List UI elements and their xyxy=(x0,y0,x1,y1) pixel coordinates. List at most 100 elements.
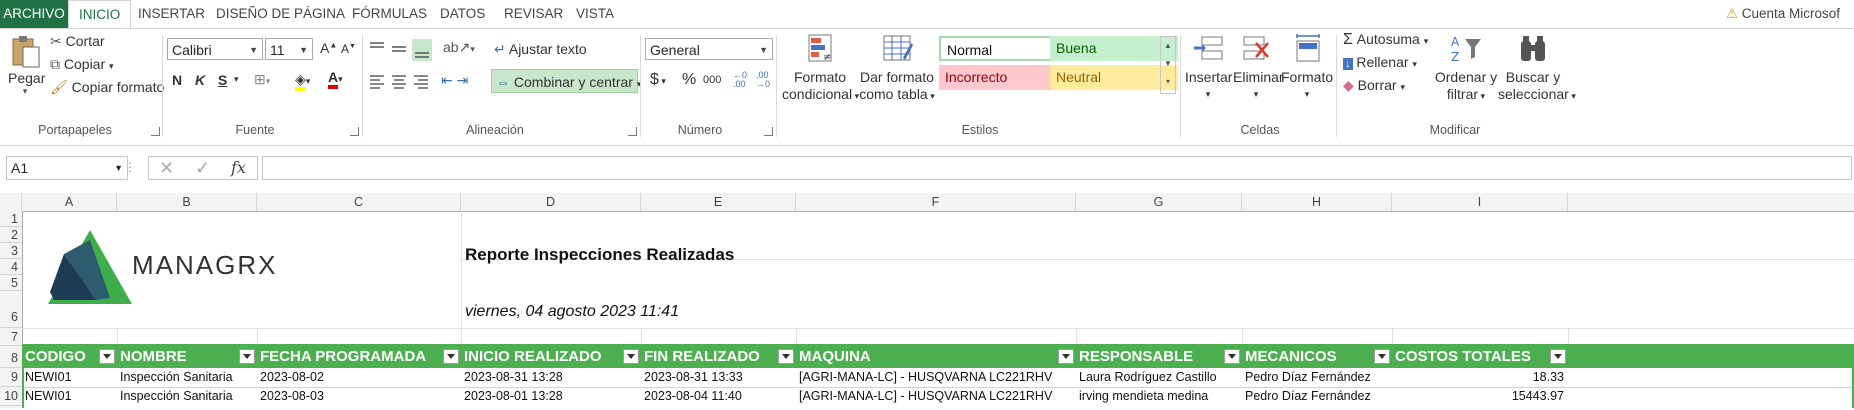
table-header-cell[interactable]: FECHA PROGRAMADA xyxy=(257,346,461,368)
table-cell[interactable]: Laura Rodríguez Castillo xyxy=(1076,368,1242,387)
filter-dropdown-icon[interactable] xyxy=(443,349,459,364)
table-cell[interactable]: 2023-08-31 13:28 xyxy=(461,368,641,387)
styles-gallery-scroll[interactable]: ▲ ▼ ▾ xyxy=(1160,36,1176,94)
cancel-icon[interactable]: ✕ xyxy=(159,158,174,179)
table-cell[interactable]: 15443.97 xyxy=(1392,387,1568,406)
italic-button[interactable]: K xyxy=(195,72,205,88)
conditional-format-button[interactable]: ≠ Formato condicional ▾ xyxy=(782,33,859,105)
row-header[interactable]: 10 xyxy=(0,387,22,406)
table-cell[interactable]: 2023-08-02 xyxy=(257,368,461,387)
table-header-cell[interactable]: INICIO REALIZADO xyxy=(461,346,641,368)
row-header[interactable]: 6 xyxy=(0,291,22,328)
decrease-decimal-button[interactable]: .00 →0 xyxy=(756,71,770,89)
table-header-cell[interactable]: MECANICOS xyxy=(1242,346,1392,368)
table-cell[interactable]: Inspección Sanitaria xyxy=(117,368,257,387)
row-header[interactable]: 9 xyxy=(0,368,22,387)
row-header[interactable]: 8 xyxy=(0,346,22,368)
shrink-font-button[interactable]: A▼ xyxy=(341,42,356,56)
column-header[interactable]: H xyxy=(1242,193,1392,211)
check-icon[interactable]: ✓ xyxy=(195,158,210,179)
borders-button[interactable]: ⊞▾ xyxy=(254,71,270,88)
tab-inicio[interactable]: INICIO xyxy=(68,0,132,30)
alignment-launcher[interactable] xyxy=(628,127,637,136)
font-launcher[interactable] xyxy=(350,127,359,136)
percent-button[interactable]: % xyxy=(682,71,696,89)
row-header[interactable]: 1 xyxy=(0,211,22,227)
tab-insertar[interactable]: INSERTAR xyxy=(128,0,215,28)
table-header-cell[interactable]: CODIGO xyxy=(22,346,117,368)
font-name-combo[interactable]: Calibri ▼ xyxy=(167,38,263,60)
number-format-combo[interactable]: General ▼ xyxy=(645,38,773,60)
increase-decimal-button[interactable]: ←0.00 xyxy=(733,71,747,89)
row-header[interactable]: 5 xyxy=(0,275,22,291)
table-cell[interactable]: Inspección Sanitaria xyxy=(117,387,257,406)
drag-handle[interactable]: ⋮ xyxy=(124,160,136,174)
insert-cells-button[interactable]: Insertar ▾ xyxy=(1185,33,1232,103)
autosum-button[interactable]: Σ Autosuma ▾ xyxy=(1343,31,1428,49)
thousands-button[interactable]: 000 xyxy=(703,74,721,86)
delete-cells-button[interactable]: Eliminar ▾ xyxy=(1233,33,1284,103)
tab-datos[interactable]: DATOS xyxy=(430,0,495,28)
filter-dropdown-icon[interactable] xyxy=(1058,349,1074,364)
filter-dropdown-icon[interactable] xyxy=(99,349,115,364)
table-header-cell[interactable]: COSTOS TOTALES xyxy=(1392,346,1568,368)
copy-button[interactable]: ⧉ Copiar ▾ xyxy=(50,56,114,73)
merge-center-button[interactable]: ⇔ Combinar y centrar ▾ xyxy=(491,69,641,93)
clear-button[interactable]: ◆ Borrar ▾ xyxy=(1343,77,1405,94)
tab-revisar[interactable]: REVISAR xyxy=(494,0,573,28)
format-cells-button[interactable]: Formato ▾ xyxy=(1281,33,1333,103)
vertical-align-icons[interactable] xyxy=(368,39,432,61)
column-header[interactable]: E xyxy=(641,193,796,211)
table-cell[interactable]: [AGRI-MANA-LC] - HUSQVARNA LC221RHV xyxy=(796,368,1076,387)
bold-button[interactable]: N xyxy=(172,72,182,88)
chevron-down-icon[interactable]: ▾ xyxy=(234,74,239,85)
indent-buttons[interactable]: ⇤ ⇥ xyxy=(441,72,468,89)
table-cell[interactable]: 2023-08-04 11:40 xyxy=(641,387,796,406)
tab-vista[interactable]: VISTA xyxy=(566,0,624,28)
column-header[interactable]: G xyxy=(1076,193,1242,211)
find-select-button[interactable]: Buscar y seleccionar ▾ xyxy=(1498,33,1576,105)
paste-button[interactable]: Pegar ▾ xyxy=(8,35,45,97)
format-as-table-button[interactable]: Dar formato como tabla ▾ xyxy=(858,33,936,105)
row-header[interactable]: 7 xyxy=(0,328,22,346)
grow-font-button[interactable]: A▲ xyxy=(320,40,337,56)
table-header-cell[interactable]: MAQUINA xyxy=(796,346,1076,368)
filter-dropdown-icon[interactable] xyxy=(239,349,255,364)
name-box[interactable]: A1 ▼ xyxy=(6,156,128,180)
tab-formulas[interactable]: FÓRMULAS xyxy=(342,0,437,28)
filter-dropdown-icon[interactable] xyxy=(1550,349,1566,364)
table-cell[interactable]: 18.33 xyxy=(1392,368,1568,387)
wrap-text-button[interactable]: ↵ Ajustar texto xyxy=(494,41,587,58)
filter-dropdown-icon[interactable] xyxy=(1374,349,1390,364)
formula-input[interactable] xyxy=(262,156,1852,180)
table-cell[interactable]: [AGRI-MANA-LC] - HUSQVARNA LC221RHV xyxy=(796,387,1076,406)
table-header-cell[interactable]: RESPONSABLE xyxy=(1076,346,1242,368)
table-cell[interactable]: Pedro Díaz Fernández xyxy=(1242,387,1392,406)
function-icon[interactable]: fx xyxy=(231,158,246,177)
filter-dropdown-icon[interactable] xyxy=(623,349,639,364)
column-header[interactable]: D xyxy=(461,193,641,211)
filter-dropdown-icon[interactable] xyxy=(1224,349,1240,364)
column-header[interactable]: F xyxy=(796,193,1076,211)
cut-button[interactable]: ✂ Cortar xyxy=(50,33,105,50)
table-cell[interactable]: irving mendieta medina xyxy=(1076,387,1242,406)
style-normal[interactable]: Normal xyxy=(939,36,1067,61)
format-painter-button[interactable]: 🖌 Copiar formato xyxy=(50,79,164,96)
style-neutral[interactable]: Neutral xyxy=(1050,65,1178,90)
horizontal-align-icons[interactable] xyxy=(368,73,432,91)
tab-diseno-pagina[interactable]: DISEÑO DE PÁGINA xyxy=(206,0,355,28)
number-launcher[interactable] xyxy=(764,127,773,136)
clipboard-launcher[interactable] xyxy=(151,127,160,136)
tab-archivo[interactable]: ARCHIVO xyxy=(0,0,68,28)
table-cell[interactable]: 2023-08-31 13:33 xyxy=(641,368,796,387)
table-header-cell[interactable]: FIN REALIZADO xyxy=(641,346,796,368)
fill-button[interactable]: ↓ Rellenar ▾ xyxy=(1343,54,1417,70)
column-header[interactable]: B xyxy=(117,193,257,211)
account-link[interactable]: ⚠ Cuenta Microsof xyxy=(1726,0,1840,28)
currency-button[interactable]: $ ▾ xyxy=(650,71,666,89)
sort-filter-button[interactable]: AZ Ordenar y filtrar ▾ xyxy=(1434,33,1498,105)
style-bad[interactable]: Incorrecto xyxy=(939,65,1067,90)
row-header[interactable]: 4 xyxy=(0,259,22,275)
table-cell[interactable]: NEWI01 xyxy=(22,368,117,387)
filter-dropdown-icon[interactable] xyxy=(778,349,794,364)
